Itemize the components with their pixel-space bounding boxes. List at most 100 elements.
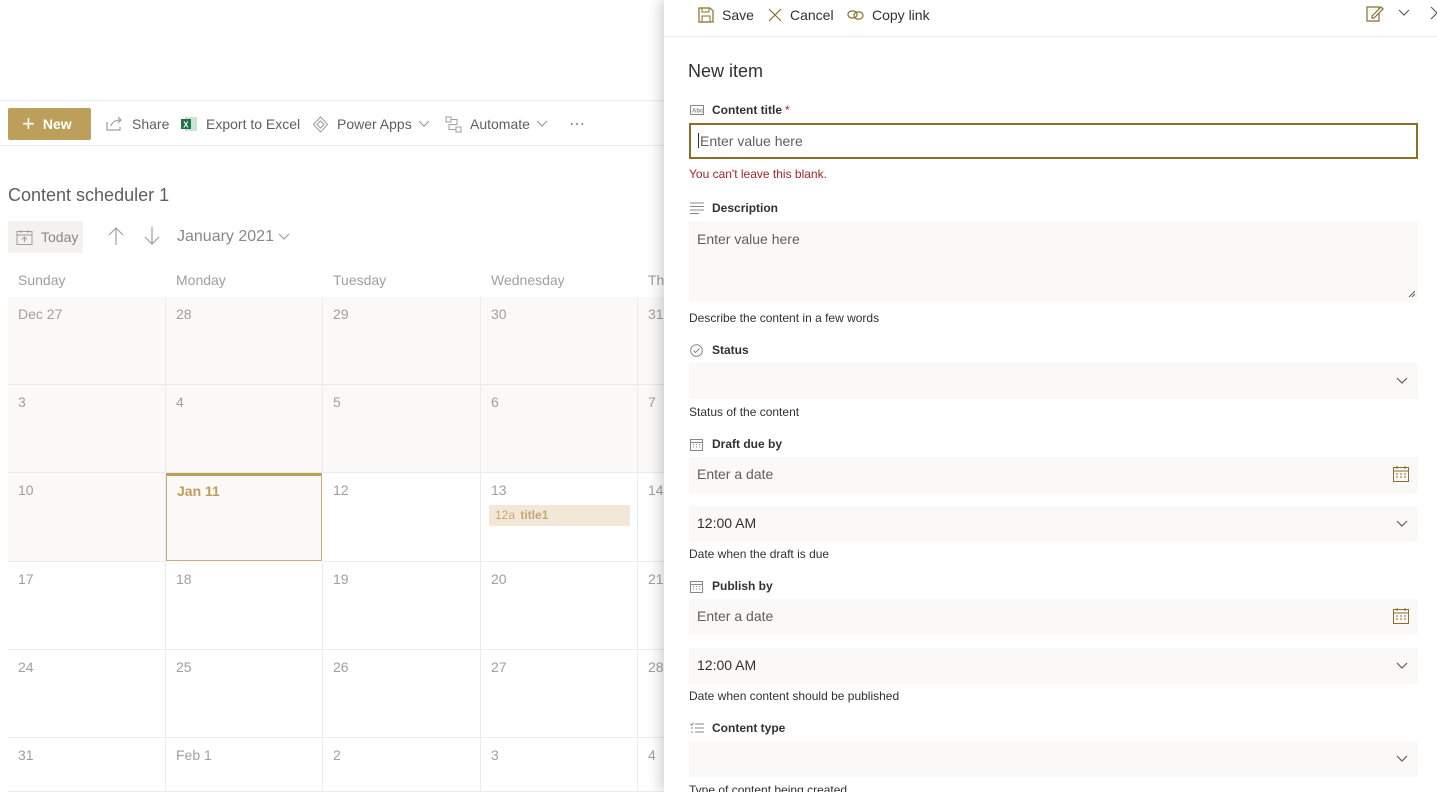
- link-icon: [847, 9, 864, 21]
- calendar-day[interactable]: 18: [166, 562, 323, 650]
- day-of-week-header: Sunday: [18, 272, 66, 288]
- text-field-icon: Abc: [690, 105, 704, 115]
- content-type-help: Type of content being created: [689, 783, 848, 792]
- publish-by-date-input[interactable]: Enter a date: [689, 599, 1418, 635]
- description-textarea[interactable]: Enter value here: [689, 221, 1418, 301]
- excel-icon: X: [181, 116, 198, 132]
- calendar-day[interactable]: 31: [8, 738, 166, 792]
- calendar-day[interactable]: Dec 27: [8, 297, 166, 385]
- export-label: Export to Excel: [206, 116, 301, 132]
- power-apps-icon: [312, 115, 329, 133]
- more-options-button[interactable]: ⋯: [569, 109, 585, 139]
- calendar-day-13[interactable]: 13 12a title1: [481, 473, 638, 562]
- draft-due-date-input[interactable]: Enter a date: [689, 457, 1418, 493]
- checklist-icon: [690, 722, 704, 734]
- copy-link-button[interactable]: Copy link: [847, 4, 930, 26]
- svg-text:Abc: Abc: [692, 109, 704, 115]
- calendar-day-number: 13: [491, 482, 507, 498]
- calendar-day[interactable]: 10: [8, 473, 166, 562]
- panel-toolbar: Save Cancel Copy link: [664, 0, 1437, 37]
- next-month-arrow-icon[interactable]: [144, 226, 160, 246]
- content-type-dropdown[interactable]: [689, 741, 1418, 777]
- save-label: Save: [722, 7, 754, 23]
- calendar-day[interactable]: 27: [481, 650, 638, 738]
- chevron-down-icon: [278, 233, 290, 241]
- status-dropdown[interactable]: [689, 363, 1418, 399]
- calendar-day[interactable]: 19: [323, 562, 481, 650]
- export-to-excel-button[interactable]: X Export to Excel: [181, 109, 300, 139]
- event-title: title1: [520, 508, 549, 522]
- calendar-day[interactable]: 3: [8, 385, 166, 473]
- calendar-day[interactable]: 12: [323, 473, 481, 562]
- automate-button[interactable]: Automate: [445, 109, 548, 139]
- calendar-day[interactable]: 4: [166, 385, 323, 473]
- share-icon: [106, 116, 124, 132]
- calendar-day[interactable]: 26: [323, 650, 481, 738]
- chevron-down-icon: [1396, 377, 1408, 385]
- calendar-day[interactable]: 17: [8, 562, 166, 650]
- power-apps-label: Power Apps: [337, 116, 412, 132]
- new-button[interactable]: + New: [8, 108, 91, 140]
- calendar-day[interactable]: 3: [481, 738, 638, 792]
- automate-label: Automate: [470, 116, 530, 132]
- calendar-icon: [690, 580, 704, 593]
- chevron-down-icon[interactable]: [1398, 9, 1410, 17]
- calendar-event[interactable]: 12a title1: [489, 505, 630, 526]
- resize-grip-icon[interactable]: [1408, 290, 1416, 298]
- calendar-day[interactable]: 30: [481, 297, 638, 385]
- calendar-icon: [690, 438, 704, 451]
- calendar-today-icon: [16, 229, 33, 246]
- publish-by-time-value: 12:00 AM: [697, 657, 757, 673]
- today-button[interactable]: Today: [8, 221, 83, 253]
- draft-due-help: Date when the draft is due: [689, 547, 830, 561]
- calendar-day[interactable]: 25: [166, 650, 323, 738]
- close-panel-icon[interactable]: [1430, 6, 1437, 20]
- new-button-label: New: [42, 116, 72, 132]
- chevron-down-icon: [536, 120, 548, 128]
- copy-link-label: Copy link: [872, 7, 930, 23]
- cancel-button[interactable]: Cancel: [768, 4, 834, 26]
- previous-month-arrow-icon[interactable]: [108, 226, 124, 246]
- calendar-day[interactable]: 20: [481, 562, 638, 650]
- content-title-error: You can't leave this blank.: [689, 167, 827, 181]
- edit-form-icon[interactable]: [1366, 5, 1384, 23]
- day-of-week-header: Tuesday: [333, 272, 387, 288]
- calendar-day[interactable]: 29: [323, 297, 481, 385]
- power-apps-button[interactable]: Power Apps: [312, 109, 430, 139]
- calendar-day[interactable]: 5: [323, 385, 481, 473]
- calendar-day[interactable]: 24: [8, 650, 166, 738]
- month-picker[interactable]: January 2021: [177, 228, 290, 246]
- calendar-day[interactable]: Feb 1: [166, 738, 323, 792]
- draft-due-label: Draft due by: [690, 435, 782, 453]
- plus-icon: +: [22, 111, 35, 136]
- close-icon: [768, 8, 782, 22]
- list-title: Content scheduler 1: [8, 185, 170, 205]
- today-label: Today: [41, 229, 79, 245]
- svg-text:X: X: [183, 120, 189, 129]
- text-caret: [698, 133, 699, 148]
- new-item-panel: Save Cancel Copy link New item Abc Conte…: [664, 0, 1437, 792]
- cancel-label: Cancel: [790, 7, 834, 23]
- automate-icon: [445, 116, 462, 133]
- calendar-day-today[interactable]: Jan 11: [166, 473, 322, 561]
- chevron-down-icon: [1396, 755, 1408, 763]
- calendar-picker-icon[interactable]: [1393, 608, 1409, 624]
- calendar-day[interactable]: 28: [166, 297, 323, 385]
- draft-due-time-dropdown[interactable]: 12:00 AM: [689, 506, 1418, 542]
- calendar-day[interactable]: 2: [323, 738, 481, 792]
- multiline-text-icon: [690, 202, 704, 214]
- status-label: Status: [690, 341, 749, 359]
- publish-by-time-dropdown[interactable]: 12:00 AM: [689, 648, 1418, 684]
- content-type-label: Content type: [690, 719, 785, 737]
- save-button[interactable]: Save: [698, 4, 754, 26]
- save-icon: [698, 7, 714, 23]
- day-of-week-header: Wednesday: [491, 272, 565, 288]
- calendar-day[interactable]: 6: [481, 385, 638, 473]
- calendar-picker-icon[interactable]: [1393, 466, 1409, 482]
- day-of-week-header: Monday: [176, 272, 226, 288]
- description-label: Description: [690, 199, 778, 217]
- choice-icon: [690, 343, 704, 357]
- content-title-input[interactable]: Enter value here: [689, 123, 1418, 159]
- share-button[interactable]: Share: [106, 109, 169, 139]
- month-label: January 2021: [177, 228, 274, 245]
